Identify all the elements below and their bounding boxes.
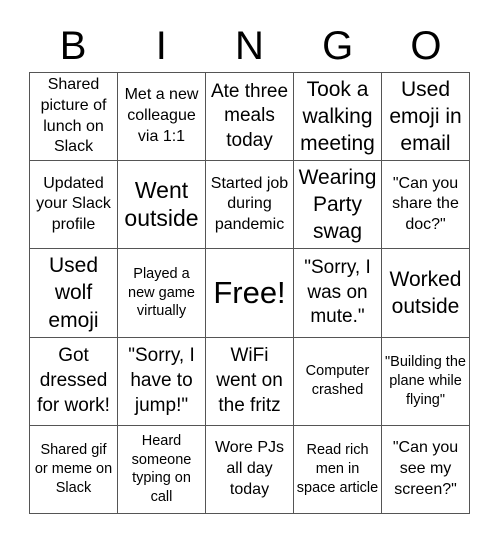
free-space[interactable]: Free! [206,249,294,338]
bingo-cell[interactable]: Started job during pandemic [206,161,294,250]
bingo-cell[interactable]: Took a walking meeting [294,73,382,162]
bingo-cell[interactable]: "Can you share the doc?" [382,161,470,250]
bingo-cell[interactable]: Played a new game virtually [118,249,206,338]
bingo-cell[interactable]: Shared picture of lunch on Slack [30,73,118,162]
header-letter-i: I [155,24,167,68]
bingo-cell[interactable]: Used wolf emoji [30,249,118,338]
bingo-cell[interactable]: "Building the plane while flying" [382,337,470,426]
bingo-cell[interactable]: Read rich men in space article [294,425,382,514]
bingo-cell[interactable]: WiFi went on the fritz [206,337,294,426]
bingo-cell[interactable]: Used emoji in email [382,73,470,162]
bingo-cell[interactable]: Went outside [118,161,206,250]
header-letter-n: N [235,24,264,68]
header-letter-o: O [410,24,442,68]
bingo-cell[interactable]: Worked outside [382,249,470,338]
bingo-cell[interactable]: "Sorry, I have to jump!" [118,337,206,426]
bingo-header: B I N G O [29,20,470,72]
bingo-cell[interactable]: Updated your Slack profile [30,161,118,250]
bingo-cell[interactable]: Got dressed for work! [30,337,118,426]
bingo-cell[interactable]: Met a new colleague via 1:1 [118,73,206,162]
bingo-cell[interactable]: "Sorry, I was on mute." [294,249,382,338]
bingo-cell[interactable]: Ate three meals today [206,73,294,162]
bingo-card: Shared picture of lunch on Slack Met a n… [29,72,470,514]
bingo-cell[interactable]: Shared gif or meme on Slack [30,425,118,514]
bingo-cell[interactable]: Wore PJs all day today [206,425,294,514]
bingo-cell[interactable]: Wearing Party swag [294,161,382,250]
header-letter-g: G [322,24,354,68]
bingo-cell[interactable]: Computer crashed [294,337,382,426]
bingo-cell[interactable]: Heard someone typing on call [118,425,206,514]
bingo-cell[interactable]: "Can you see my screen?" [382,425,470,514]
header-letter-b: B [59,24,87,68]
